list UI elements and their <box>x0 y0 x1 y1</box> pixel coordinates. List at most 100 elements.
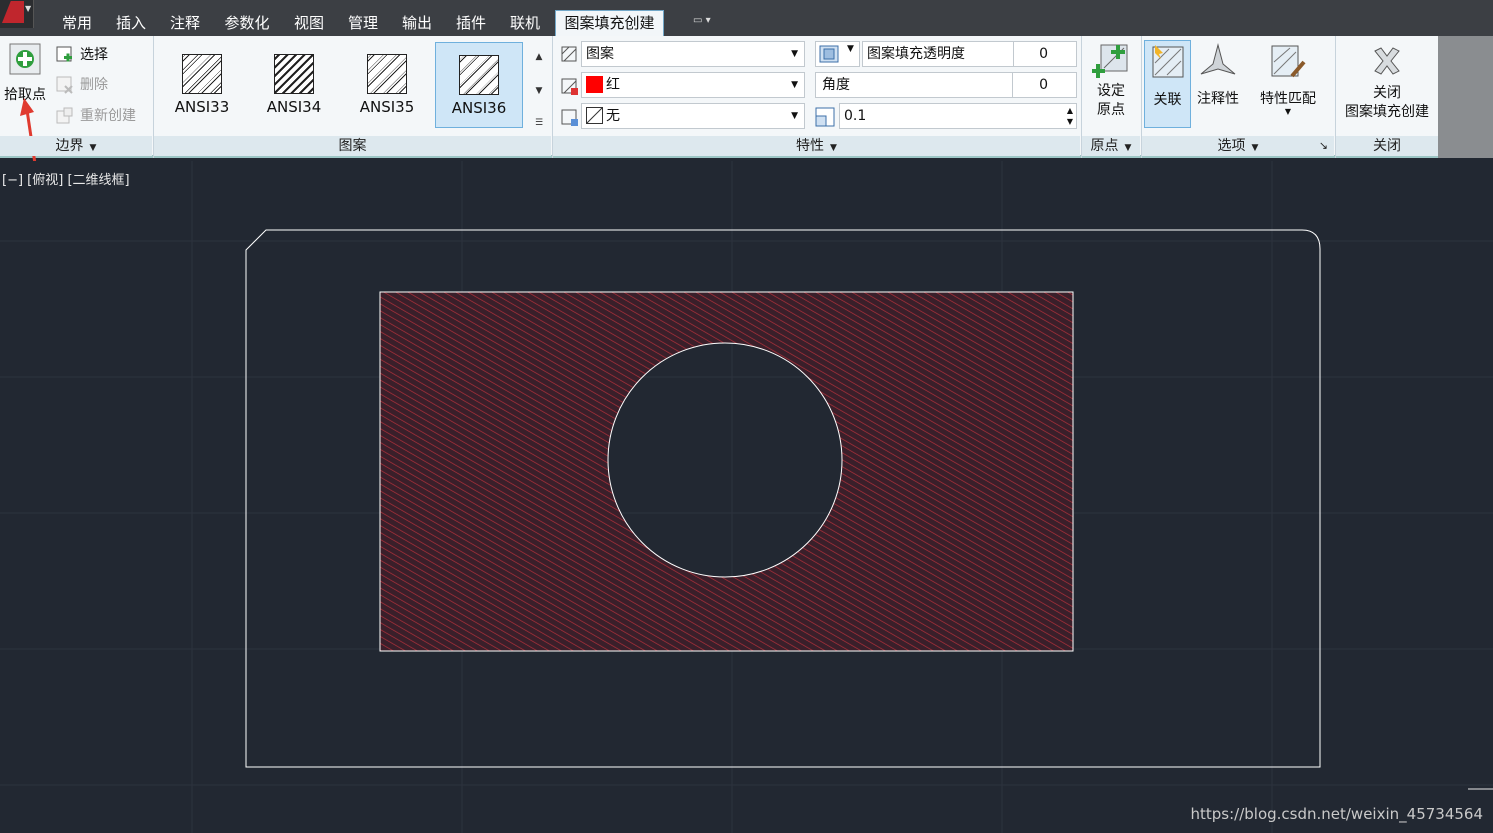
chevron-down-icon: ▼ <box>1251 143 1259 153</box>
annotative-button[interactable]: 注释性 <box>1194 42 1242 108</box>
chevron-down-icon: ▼ <box>791 111 798 121</box>
angle-label: 角度 <box>822 77 850 93</box>
pattern-label: ANSI35 <box>359 98 415 116</box>
origin-title-label: 原点 <box>1090 138 1119 154</box>
close-icon <box>1374 47 1400 75</box>
chevron-down-icon: ▼ <box>25 4 32 13</box>
spinner-icon[interactable]: ▲ ▼ <box>1067 105 1073 127</box>
tab-hatch-creation[interactable]: 图案填充创建 <box>555 10 664 36</box>
viewport-controls-label[interactable]: [−] [俯视] [二维线框] <box>2 169 130 188</box>
application-menu-button[interactable]: ▼ <box>0 0 34 28</box>
hatch-scale-icon <box>815 107 835 127</box>
hatch-type-value: 图案 <box>586 46 614 62</box>
watermark-text: https://blog.csdn.net/weixin_45734564 <box>1190 805 1483 823</box>
recreate-label: 重新创建 <box>80 108 136 124</box>
ribbon-tab-bar: ▼ 常用 插入 注释 参数化 视图 管理 输出 插件 联机 图案填充创建 ▭ ▾ <box>0 0 1493 36</box>
ansi33-swatch-icon <box>182 54 222 94</box>
autocad-window: ▼ 常用 插入 注释 参数化 视图 管理 输出 插件 联机 图案填充创建 ▭ ▾… <box>0 0 1493 833</box>
match-properties-button[interactable]: 特性匹配 ▼ <box>1252 42 1324 116</box>
properties-title-label: 特性 <box>796 138 825 154</box>
pattern-label: ANSI36 <box>451 99 507 117</box>
hatch-scale-value: 0.1 <box>844 108 867 124</box>
ribbon-empty-area <box>1438 36 1493 158</box>
field-divider <box>1012 73 1013 97</box>
angle-input[interactable]: 角度 0 <box>815 72 1077 98</box>
panel-origin-title[interactable]: 原点 ▼ <box>1082 136 1140 156</box>
hatch-type-select[interactable]: 图案 ▼ <box>581 41 805 67</box>
remove-boundary-icon <box>56 76 73 94</box>
close-hatch-creation-button[interactable]: 关闭 图案填充创建 <box>1338 42 1436 122</box>
hatch-type-icon <box>561 46 577 62</box>
transparency-type-button[interactable]: ▼ <box>815 41 860 67</box>
chevron-down-icon: ▼ <box>847 44 854 54</box>
circle-boundary[interactable] <box>607 342 843 578</box>
match-properties-icon <box>1271 45 1306 78</box>
chevron-down-icon: ▼ <box>791 49 798 59</box>
hatch-color-value: 红 <box>606 77 620 93</box>
options-dialog-launcher-icon[interactable]: ↘ <box>1319 136 1328 156</box>
select-label: 选择 <box>80 47 108 63</box>
transparency-icon <box>819 45 839 63</box>
associative-toggle[interactable]: 关联 <box>1144 40 1191 128</box>
ansi36-swatch-icon <box>459 55 499 95</box>
associative-icon <box>1152 45 1183 78</box>
tab-annotate[interactable]: 注释 <box>160 11 210 36</box>
pattern-scroll-down-button[interactable]: ▼ <box>530 76 548 106</box>
chevron-down-icon: ▼ <box>1124 143 1132 153</box>
select-objects-button[interactable]: 选择 <box>56 44 108 66</box>
pick-points-icon <box>9 43 41 75</box>
close-line2: 图案填充创建 <box>1345 104 1429 120</box>
set-origin-line2: 原点 <box>1097 102 1125 118</box>
associative-label: 关联 <box>1153 92 1182 108</box>
hatch-scale-input[interactable]: 0.1 ▲ ▼ <box>839 103 1077 129</box>
ansi34-swatch-icon <box>274 54 314 94</box>
set-origin-button[interactable]: 设定 原点 <box>1086 42 1136 120</box>
set-origin-line1: 设定 <box>1097 83 1125 99</box>
set-origin-icon <box>1092 44 1128 78</box>
tab-parametric[interactable]: 参数化 <box>218 11 276 36</box>
tab-view[interactable]: 视图 <box>284 11 334 36</box>
boundary-title-label: 边界 <box>55 138 84 154</box>
pattern-scroll-up-button[interactable]: ▲ <box>530 42 548 72</box>
recreate-boundary-button[interactable]: 重新创建 <box>56 105 136 127</box>
pattern-ansi34[interactable]: ANSI34 <box>250 42 338 128</box>
hatch-color-icon <box>561 78 578 95</box>
angle-value: 0 <box>1039 77 1048 93</box>
tab-output[interactable]: 输出 <box>392 11 442 36</box>
options-title-label: 选项 <box>1217 138 1246 154</box>
tab-home[interactable]: 常用 <box>52 11 102 36</box>
panel-close-title: 关闭 <box>1336 136 1438 156</box>
drawing-canvas[interactable] <box>0 161 1493 833</box>
pattern-ansi33[interactable]: ANSI33 <box>158 42 246 128</box>
panel-properties-title[interactable]: 特性 ▼ <box>553 136 1080 156</box>
hatch-color-select[interactable]: 红 ▼ <box>581 72 805 98</box>
annotative-label: 注释性 <box>1197 91 1239 107</box>
pattern-gallery-expand-button[interactable]: ☰ <box>530 108 548 138</box>
panel-boundary-title[interactable]: 边界 ▼ <box>0 136 152 156</box>
tab-manage[interactable]: 管理 <box>338 11 388 36</box>
remove-boundary-button[interactable]: 删除 <box>56 74 108 96</box>
chevron-down-icon: ▼ <box>791 80 798 90</box>
select-objects-icon <box>56 46 72 62</box>
ribbon-display-toggle-icon[interactable]: ▭ ▾ <box>693 15 711 26</box>
tab-plugins[interactable]: 插件 <box>446 11 496 36</box>
ribbon-panel-area: 拾取点 选择 删除 重新创建 边界 ▼ ANSI33 ANSI34 ANSI35 <box>0 36 1438 185</box>
recreate-boundary-icon <box>56 107 73 124</box>
pick-points-button[interactable]: 拾取点 <box>0 42 50 104</box>
remove-label: 删除 <box>80 77 108 93</box>
panel-options-title[interactable]: 选项 ▼ ↘ <box>1142 136 1334 156</box>
pattern-title-label: 图案 <box>338 138 367 154</box>
pattern-ansi35[interactable]: ANSI35 <box>343 42 431 128</box>
drawing-viewport[interactable]: [−] [俯视] [二维线框] https://blog.csdn.net/we… <box>0 161 1493 833</box>
tab-online[interactable]: 联机 <box>500 11 550 36</box>
chevron-down-icon: ▼ <box>89 143 97 153</box>
pattern-label: ANSI33 <box>174 98 230 116</box>
background-color-icon <box>561 109 578 126</box>
transparency-input[interactable]: 图案填充透明度 0 <box>862 41 1077 67</box>
pattern-ansi36[interactable]: ANSI36 <box>435 42 523 128</box>
close-title-label: 关闭 <box>1373 138 1401 154</box>
tab-insert[interactable]: 插入 <box>106 11 156 36</box>
transparency-label: 图案填充透明度 <box>867 46 965 62</box>
hatch-fill-region[interactable] <box>380 292 1073 651</box>
background-color-select[interactable]: 无 ▼ <box>581 103 805 129</box>
